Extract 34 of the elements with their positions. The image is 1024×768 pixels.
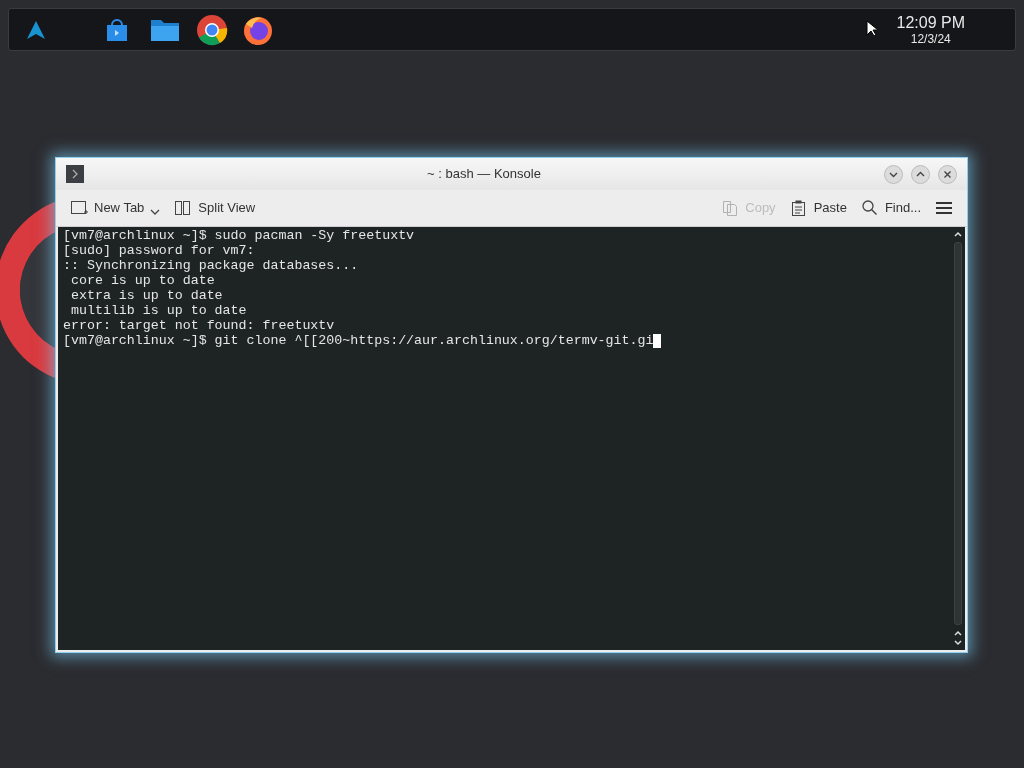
split-button[interactable]: Split View — [174, 198, 256, 218]
terminal-line: extra is up to date — [69, 288, 223, 303]
minimize-button[interactable] — [884, 164, 903, 184]
clock-time[interactable]: 12:09 PM — [896, 13, 965, 32]
caret-icon — [150, 208, 161, 216]
terminal-line: error: target not found: freetuxtv — [63, 318, 335, 333]
clipboard-icon — [789, 199, 808, 217]
menu-button[interactable] — [935, 199, 953, 217]
terminal-line: :: Synchronizing package databases... — [63, 258, 359, 273]
search-icon — [860, 199, 879, 217]
find-button[interactable]: Find... — [860, 198, 921, 218]
new-tab-icon — [70, 199, 88, 217]
terminal-line: [sudo] password for vm7: — [63, 243, 255, 258]
close-button[interactable] — [938, 164, 957, 184]
window-title: ~ : bash — Konsole — [426, 165, 542, 184]
terminal-line: [vm7@archlinux ~]$ sudo pacman -Sy freetuxtv — [63, 228, 415, 243]
maximize-button[interactable] — [911, 164, 930, 184]
terminal-app-icon — [66, 165, 84, 183]
paste-button[interactable]: Paste — [789, 198, 847, 218]
scroll-up-icon[interactable] — [953, 628, 963, 638]
clock-date[interactable]: 12/3/24 — [910, 31, 951, 46]
split-view-icon — [174, 199, 193, 217]
new-tab-button[interactable]: New Tab — [70, 198, 161, 218]
scroll-down-icon[interactable] — [953, 638, 963, 648]
store-icon[interactable] — [104, 16, 130, 43]
mouse-pointer-icon — [866, 20, 877, 37]
terminal-line: [vm7@archlinux ~]$ git clone ^[[200~https://aur.archlinux.org/termv-git.gi — [63, 333, 654, 348]
copy-icon — [721, 199, 740, 217]
menu-icon — [935, 199, 953, 217]
scroll-up-icon[interactable] — [953, 229, 963, 239]
browser-icon[interactable] — [196, 13, 228, 46]
text-cursor — [653, 333, 662, 348]
terminal-line: multilib is up to date — [69, 303, 247, 318]
terminal-line: core is up to date — [69, 273, 215, 288]
